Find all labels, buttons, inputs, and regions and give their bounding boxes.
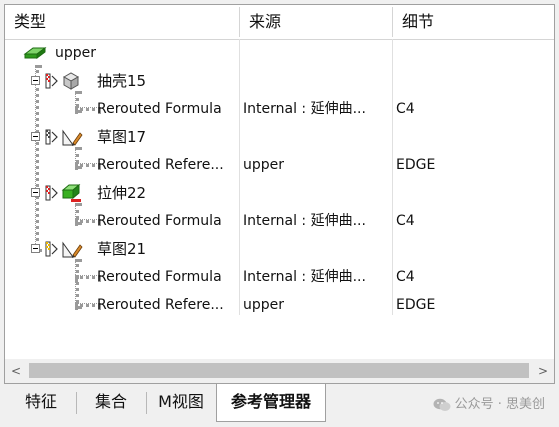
tab-divider: [76, 392, 77, 414]
scroll-right-button[interactable]: >: [532, 359, 554, 383]
tab-reference-manager[interactable]: 参考管理器: [216, 384, 326, 422]
watermark: 公众号 · 思美创: [433, 394, 545, 416]
reference-source: Internal : 延伸曲...: [243, 213, 366, 229]
reference-type-label: Rerouted Refere...: [97, 157, 224, 173]
reference-source: Internal : 延伸曲...: [243, 269, 366, 285]
tree-reference-row[interactable]: Rerouted Formula Internal : 延伸曲... C4: [5, 207, 554, 235]
reference-manager-panel: 类型 来源 细节 upper 抽壳15 Rerouted Formula Int…: [4, 4, 555, 384]
tree-feature-row[interactable]: 草图21: [5, 235, 554, 263]
wechat-icon: [433, 398, 451, 411]
tab-sets[interactable]: 集合: [78, 384, 144, 420]
column-header-detail[interactable]: 细节: [393, 5, 553, 39]
tree-reference-row[interactable]: Rerouted Formula Internal : 延伸曲... C4: [5, 95, 554, 123]
reference-detail: C4: [396, 101, 415, 117]
reference-type-label: Rerouted Formula: [97, 213, 222, 229]
shell-feature-icon: [62, 72, 80, 90]
reference-detail: EDGE: [396, 157, 436, 173]
reference-type-label: Rerouted Refere...: [97, 297, 224, 313]
reference-detail: C4: [396, 269, 415, 285]
column-header-source[interactable]: 来源: [240, 5, 392, 39]
collapse-toggle[interactable]: [31, 132, 40, 141]
reference-detail: EDGE: [396, 297, 436, 313]
tree-root-label: upper: [55, 45, 97, 61]
collapse-toggle[interactable]: [31, 76, 40, 85]
scroll-left-button[interactable]: <: [5, 359, 27, 383]
reference-type-label: Rerouted Formula: [97, 101, 222, 117]
collapse-toggle[interactable]: [31, 244, 40, 253]
tree-feature-row[interactable]: 抽壳15: [5, 67, 554, 95]
horizontal-scrollbar[interactable]: < >: [5, 359, 554, 383]
feature-label: 抽壳15: [97, 72, 147, 90]
tree-reference-row[interactable]: Rerouted Formula Internal : 延伸曲... C4: [5, 263, 554, 291]
column-header: 类型 来源 细节: [5, 5, 554, 40]
tab-m-view[interactable]: M视图: [148, 384, 214, 420]
feature-label: 草图17: [97, 128, 147, 146]
collapse-toggle[interactable]: [31, 188, 40, 197]
extrude-feature-icon: [61, 183, 81, 202]
column-header-type[interactable]: 类型: [5, 5, 239, 39]
tree-reference-row[interactable]: Rerouted Refere... upper EDGE: [5, 291, 554, 319]
scrollbar-thumb[interactable]: [29, 363, 529, 378]
sketch-icon: [62, 241, 83, 258]
watermark-text: 公众号 · 思美创: [454, 397, 545, 412]
tree-reference-row[interactable]: Rerouted Refere... upper EDGE: [5, 151, 554, 179]
reference-source: Internal : 延伸曲...: [243, 101, 366, 117]
reference-type-label: Rerouted Formula: [97, 269, 222, 285]
tree-feature-row[interactable]: 草图17: [5, 123, 554, 151]
tab-divider: [146, 392, 147, 414]
reference-source: upper: [243, 297, 285, 313]
reference-source: upper: [243, 157, 285, 173]
tab-features[interactable]: 特征: [8, 384, 74, 420]
tree-root-row[interactable]: upper: [5, 39, 554, 67]
feature-label: 拉伸22: [97, 184, 147, 202]
feature-label: 草图21: [97, 240, 147, 258]
tree-feature-row[interactable]: 拉伸22: [5, 179, 554, 207]
part-icon: [23, 47, 47, 59]
reference-detail: C4: [396, 213, 415, 229]
sketch-icon: [62, 129, 83, 146]
